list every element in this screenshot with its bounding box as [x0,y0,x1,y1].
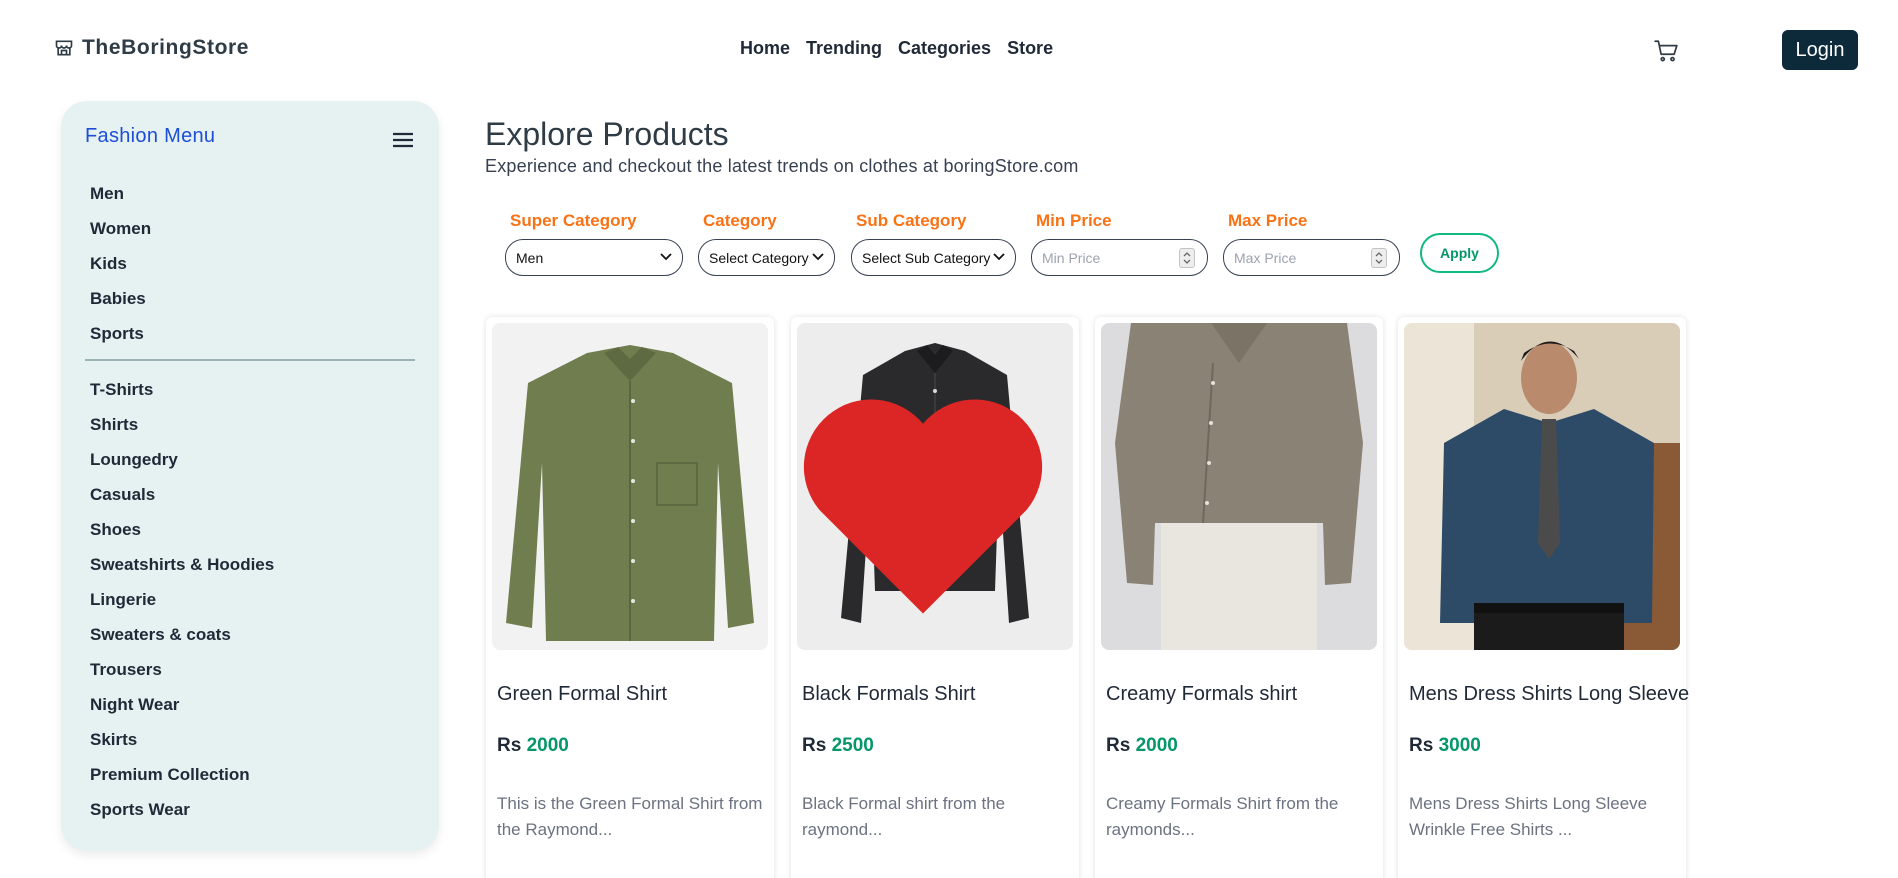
sidebar-item-sweatshirts[interactable]: Sweatshirts & Hoodies [90,547,274,582]
product-description: Mens Dress Shirts Long Sleeve Wrinkle Fr… [1409,794,1648,839]
min-price-label: Min Price [1036,211,1112,230]
product-price: Rs 2500 [802,735,874,757]
price-currency: Rs [1106,735,1131,756]
sidebar-item-premium[interactable]: Premium Collection [90,757,274,792]
product-card[interactable]: Black Formals Shirt Rs 2500 Black Formal… [791,317,1079,878]
chevron-down-icon [993,253,1005,261]
product-image-green-shirt[interactable] [492,323,768,650]
sub-category-value: Select Sub Category [862,249,991,266]
category-value: Select Category [709,249,809,266]
product-image-black-shirt[interactable] [797,323,1073,650]
product-price: Rs 2000 [1106,735,1178,757]
price-currency: Rs [802,735,827,756]
sub-category-select[interactable]: Select Sub Category [851,239,1016,276]
sidebar-item-skirts[interactable]: Skirts [90,722,274,757]
max-price-placeholder: Max Price [1234,249,1297,266]
product-description: Creamy Formals Shirt from the raymonds..… [1106,794,1339,839]
page-title: Explore Products [485,116,729,152]
sidebar-item-night-wear[interactable]: Night Wear [90,687,274,722]
sidebar-item-sports[interactable]: Sports [90,316,151,351]
sidebar-divider [85,359,415,361]
sidebar-group-audience: Men Women Kids Babies Sports [90,176,151,351]
number-spinner-icon[interactable] [1179,248,1195,268]
sidebar-item-kids[interactable]: Kids [90,246,151,281]
apply-filters-button[interactable]: Apply [1420,233,1499,273]
sidebar-item-women[interactable]: Women [90,211,151,246]
min-price-input[interactable]: Min Price [1031,239,1208,276]
number-spinner-icon[interactable] [1371,248,1387,268]
sidebar-item-shoes[interactable]: Shoes [90,512,274,547]
brand[interactable]: TheBoringStore [54,36,249,60]
product-title[interactable]: Mens Dress Shirts Long Sleeve [1409,683,1689,706]
sidebar-item-sweaters[interactable]: Sweaters & coats [90,617,274,652]
super-category-value: Men [516,249,544,266]
brand-name: TheBoringStore [82,36,250,59]
sidebar-item-lingerie[interactable]: Lingerie [90,582,274,617]
min-price-placeholder: Min Price [1042,249,1101,266]
sidebar-item-casuals[interactable]: Casuals [90,477,274,512]
sidebar-item-men[interactable]: Men [90,176,151,211]
page-subtitle: Experience and checkout the latest trend… [485,156,1079,176]
product-title[interactable]: Creamy Formals shirt [1106,683,1297,706]
product-title[interactable]: Black Formals Shirt [802,683,975,706]
price-amount: 3000 [1438,735,1481,756]
nav-categories[interactable]: Categories [898,38,991,59]
super-category-label: Super Category [510,211,637,230]
heart-icon[interactable] [797,335,1061,650]
top-navbar: TheBoringStore Home Trending Categories … [0,0,1898,100]
super-category-select[interactable]: Men [505,239,683,276]
max-price-input[interactable]: Max Price [1223,239,1400,276]
fashion-menu-sidebar: Fashion Menu Men Women Kids Babies Sport… [61,101,439,851]
sidebar-item-sports-wear[interactable]: Sports Wear [90,792,274,827]
sidebar-title: Fashion Menu [85,125,216,147]
sidebar-item-babies[interactable]: Babies [90,281,151,316]
category-label: Category [703,211,777,230]
product-description: Black Formal shirt from the raymond... [802,794,1006,839]
price-amount: 2000 [1135,735,1178,756]
category-select[interactable]: Select Category [698,239,835,276]
sidebar-item-tshirts[interactable]: T-Shirts [90,372,274,407]
product-image-dress-shirt[interactable] [1404,323,1680,650]
product-title[interactable]: Green Formal Shirt [497,683,667,706]
sidebar-group-types: T-Shirts Shirts Loungedry Casuals Shoes … [90,372,274,827]
price-currency: Rs [1409,735,1434,756]
sidebar-item-trousers[interactable]: Trousers [90,652,274,687]
chevron-down-icon [812,253,824,261]
max-price-label: Max Price [1228,211,1308,230]
store-icon [55,40,73,56]
cart-icon[interactable] [1653,38,1679,64]
main-nav: Home Trending Categories Store [740,38,1053,59]
sub-category-label: Sub Category [856,211,967,230]
product-card[interactable]: Mens Dress Shirts Long Sleeve Rs 3000 Me… [1398,317,1689,878]
nav-home[interactable]: Home [740,38,790,59]
product-card[interactable]: Creamy Formals shirt Rs 2000 Creamy Form… [1095,317,1383,878]
price-amount: 2000 [526,735,569,756]
chevron-down-icon [660,253,672,261]
sidebar-item-shirts[interactable]: Shirts [90,407,274,442]
sidebar-item-loungedry[interactable]: Loungedry [90,442,274,477]
nav-store[interactable]: Store [1007,38,1053,59]
nav-trending[interactable]: Trending [806,38,882,59]
product-image-creamy-shirt[interactable] [1101,323,1377,650]
product-price: Rs 2000 [497,735,569,757]
price-amount: 2500 [831,735,874,756]
price-currency: Rs [497,735,522,756]
hamburger-icon[interactable] [392,131,414,149]
product-card[interactable]: Green Formal Shirt Rs 2000 This is the G… [486,317,774,878]
product-price: Rs 3000 [1409,735,1481,757]
login-button[interactable]: Login [1782,30,1858,70]
product-description: This is the Green Formal Shirt from the … [497,794,763,839]
